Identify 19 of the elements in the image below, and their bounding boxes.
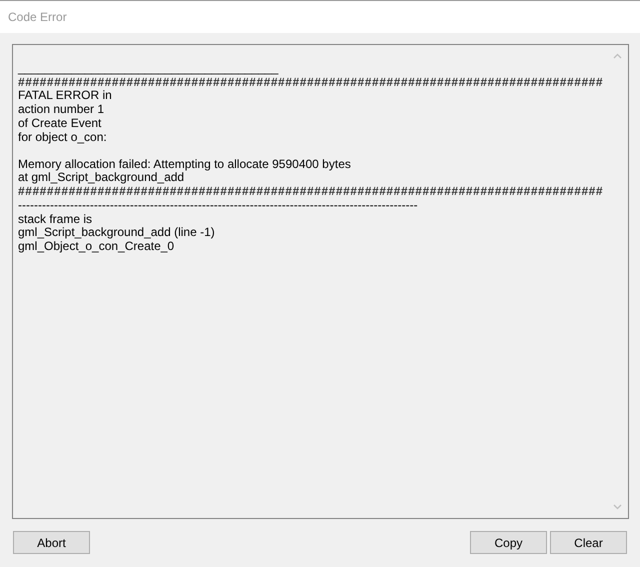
log-line: gml_Script_background_add (line -1) bbox=[18, 226, 216, 240]
log-line: ################################################################################# bbox=[18, 185, 604, 199]
dialog-button[interactable]: Clear bbox=[550, 531, 627, 554]
log-line: for object o_con: bbox=[18, 130, 108, 144]
log-line: at gml_Script_background_add bbox=[18, 171, 184, 186]
dialog-button[interactable]: Copy bbox=[470, 531, 547, 554]
log-line: of Create Event bbox=[18, 116, 102, 131]
log-line: ---------------------------------------------------------------------------------------------------- bbox=[18, 198, 419, 213]
log-line: ################################################################################# bbox=[18, 76, 604, 90]
scroll-down-icon[interactable] bbox=[612, 504, 622, 510]
log-line: FATAL ERROR in bbox=[18, 89, 113, 104]
log-line: gml_Object_o_con_Create_0 bbox=[18, 240, 176, 254]
scroll-up-icon[interactable] bbox=[612, 53, 622, 59]
dialog-button[interactable]: Abort bbox=[13, 531, 90, 554]
window-title: Code Error bbox=[8, 9, 67, 26]
log-line: action number 1 bbox=[18, 103, 106, 117]
log-line: stack frame is bbox=[18, 212, 94, 226]
log-line: Memory allocation failed: Attempting to allocate 9590400 bytes bbox=[18, 158, 352, 172]
log-line: _______________________________________ bbox=[18, 62, 280, 76]
